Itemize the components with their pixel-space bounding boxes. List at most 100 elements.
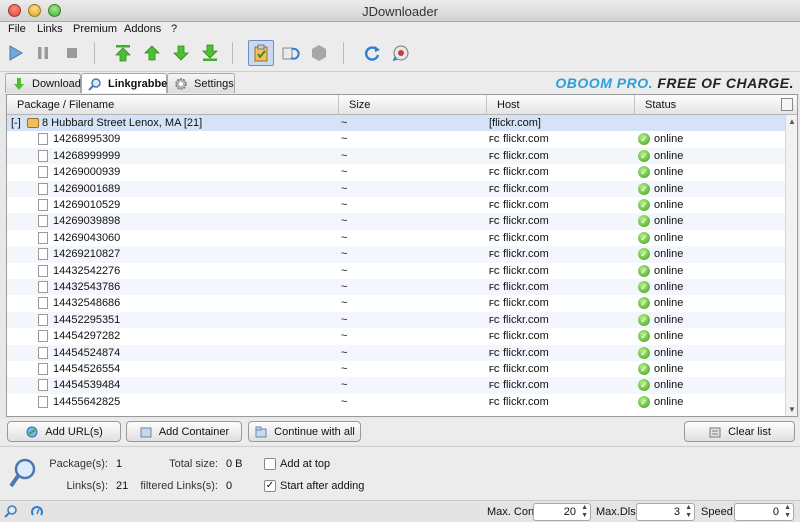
file-icon [38,281,48,293]
host-cell: flickr.com [503,231,549,244]
package-row[interactable]: [-] 8 Hubbard Street Lenox, MA [21] ~ [f… [7,115,785,132]
oboom-promo-banner[interactable]: OBOOM PRO. FREE OF CHARGE. [555,75,794,91]
clear-list-icon [708,425,722,439]
links-label: Links(s): [66,480,108,492]
tab-download[interactable]: Download [5,73,81,93]
table-row[interactable]: 14454297282 ~ FC flickr.com ✓ online [7,328,785,344]
tab-linkgrabber[interactable]: Linkgrabber [81,73,172,93]
clear-list-button[interactable]: Clear list [684,421,795,442]
host-cell: flickr.com [503,395,549,408]
flickr-favicon-icon: FC [489,151,500,161]
table-row[interactable]: 14454526554 ~ FC flickr.com ✓ online [7,361,785,377]
speed-spinner[interactable]: 0 ▲ ▼ [734,503,794,521]
file-icon [38,395,48,408]
package-toggle[interactable]: [-] [11,115,21,131]
continue-with-all-button[interactable]: Continue with all [248,421,361,442]
add-at-top-label[interactable]: Add at top [280,458,330,470]
tab-settings[interactable]: Settings [167,73,235,93]
packages-value: 1 [116,458,123,470]
file-icon [38,231,48,244]
add-urls-button[interactable]: Add URL(s) [7,421,121,442]
status-cell: online [654,395,684,408]
table-row[interactable]: 14269210827 ~ FC flickr.com ✓ online [7,246,785,263]
max-connections-spinner[interactable]: 20 ▲ ▼ [533,503,591,521]
pause-icon[interactable] [30,40,56,66]
refresh-icon[interactable] [359,40,385,66]
menu-addons[interactable]: Addons [124,22,161,36]
menu-links[interactable]: Links [37,22,63,36]
start-after-adding-checkbox[interactable]: ✓ [264,480,276,492]
spinner-arrows-icon[interactable]: ▲ ▼ [581,504,588,520]
toolbar [0,36,800,72]
table-row[interactable]: 14432542276 ~ FC flickr.com ✓ online [7,263,785,279]
package-host: [flickr.com] [489,117,541,129]
max-downloads-spinner[interactable]: 3 ▲ ▼ [636,503,695,521]
column-chooser-icon[interactable] [781,98,793,111]
host-cell: flickr.com [503,149,549,162]
continue-with-all-label: Continue with all [274,425,355,438]
table-row[interactable]: 14432548686 ~ FC flickr.com ✓ online [7,295,785,311]
clipboard-observer-icon[interactable] [248,40,274,66]
continue-icon [254,425,268,439]
table-row[interactable]: 14269001689 ~ FC flickr.com ✓ online [7,180,785,197]
table-row[interactable]: 14454524874 ~ FC flickr.com ✓ online [7,344,785,361]
column-header-filename[interactable]: Package / Filename [7,95,339,115]
table-row[interactable]: 14268999999 ~ FC flickr.com ✓ online [7,147,785,165]
table-row[interactable]: 14432543786 ~ FC flickr.com ✓ online [7,279,785,296]
size-cell: ~ [341,166,348,179]
vertical-scrollbar[interactable]: ▲ ▼ [785,115,797,416]
table-row[interactable]: 14269000939 ~ FC flickr.com ✓ online [7,164,785,180]
online-check-icon: ✓ [638,297,650,310]
table-row[interactable]: 14452295351 ~ FC flickr.com ✓ online [7,311,785,329]
size-cell: ~ [341,231,348,244]
table-row[interactable]: 14454539484 ~ FC flickr.com ✓ online [7,377,785,394]
menu-premium[interactable]: Premium [73,22,117,36]
filename-cell: 14432542276 [53,264,121,277]
update-icon[interactable] [388,40,414,66]
status-linkgrabber-icon[interactable] [4,504,18,518]
table-row[interactable]: 14269039898 ~ FC flickr.com ✓ online [7,213,785,230]
online-check-icon: ✓ [638,363,650,375]
reconnect-icon[interactable] [277,40,303,66]
size-cell: ~ [341,182,348,195]
file-icon [38,297,48,310]
file-icon [38,313,48,326]
start-after-adding-label[interactable]: Start after adding [280,480,364,492]
online-check-icon: ✓ [638,313,650,326]
status-cell: online [654,149,684,162]
file-icon [38,363,48,375]
spinner-arrows-icon[interactable]: ▲ ▼ [784,504,791,520]
size-cell: ~ [341,363,348,375]
status-speed-icon[interactable] [30,504,44,518]
file-icon [38,330,48,343]
filename-cell: 14268995309 [53,133,121,146]
scroll-down-icon[interactable]: ▼ [788,405,796,414]
add-link-icon [25,425,39,439]
filename-cell: 14432543786 [53,281,121,293]
clear-list-label: Clear list [728,425,771,438]
column-header-size[interactable]: Size [339,95,487,115]
table-row[interactable]: 14269010529 ~ FC flickr.com ✓ online [7,197,785,213]
file-icon [38,166,48,179]
add-at-top-checkbox[interactable] [264,458,276,470]
table-row[interactable]: 14455642825 ~ FC flickr.com ✓ online [7,394,785,410]
play-icon[interactable] [2,40,28,66]
stop-icon[interactable] [59,40,85,66]
host-cell: flickr.com [503,363,549,375]
column-header-status[interactable]: Status [635,95,783,115]
menu-help[interactable]: ? [171,22,177,36]
add-container-button[interactable]: Add Container [126,421,242,442]
move-top-icon[interactable] [110,40,136,66]
table-row[interactable]: 14269043060 ~ FC flickr.com ✓ online [7,230,785,246]
premium-icon[interactable] [306,40,332,66]
add-urls-label: Add URL(s) [45,425,103,438]
scroll-up-icon[interactable]: ▲ [788,117,796,126]
host-cell: flickr.com [503,215,549,228]
spinner-arrows-icon[interactable]: ▲ ▼ [685,504,692,520]
column-header-host[interactable]: Host [487,95,635,115]
move-up-icon[interactable] [139,40,165,66]
move-bottom-icon[interactable] [197,40,223,66]
menu-file[interactable]: File [8,22,26,36]
table-row[interactable]: 14268995309 ~ FC flickr.com ✓ online [7,131,785,147]
move-down-icon[interactable] [168,40,194,66]
